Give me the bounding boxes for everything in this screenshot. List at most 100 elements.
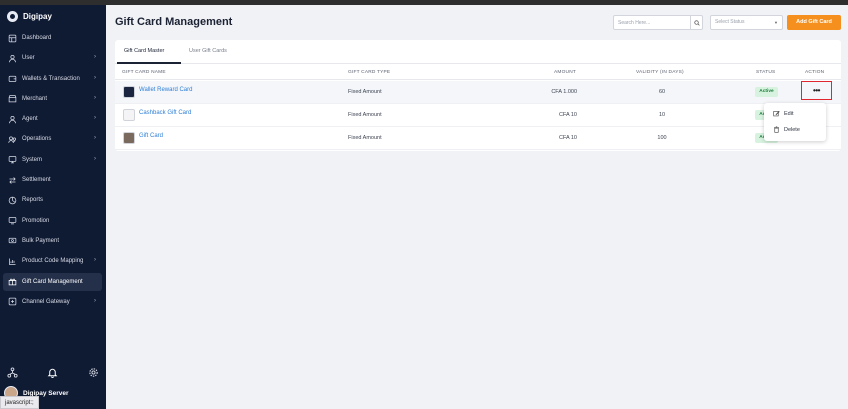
- sidebar-item-agent[interactable]: Agent ›: [3, 110, 102, 128]
- settlement-icon: [8, 176, 17, 185]
- product-code-icon: [8, 257, 17, 266]
- sidebar-item-merchant[interactable]: Merchant ›: [3, 90, 102, 108]
- sidebar-item-product-code-mapping[interactable]: Product Code Mapping ›: [3, 252, 102, 270]
- search-input[interactable]: [614, 16, 691, 29]
- active-tab-indicator: [117, 62, 181, 64]
- bulk-payment-icon: [8, 236, 17, 245]
- menu-item-edit-label: Edit: [784, 110, 794, 117]
- chevron-right-icon: ›: [94, 115, 96, 122]
- status-select[interactable]: Select Status ▼: [710, 15, 783, 30]
- sidebar-item-channel-gateway[interactable]: Channel Gateway ›: [3, 293, 102, 311]
- sidebar-item-user[interactable]: User ›: [3, 49, 102, 67]
- sidebar-item-label: Merchant: [22, 95, 48, 102]
- browser-status-tooltip: javascript:;: [0, 396, 39, 409]
- wallet-icon: [8, 74, 17, 83]
- system-icon: [8, 155, 17, 164]
- search-box: [613, 15, 703, 30]
- tab-gift-card-master[interactable]: Gift Card Master: [124, 48, 164, 54]
- sidebar-item-label: Agent: [22, 116, 38, 123]
- gift-card-validity: 100: [657, 135, 667, 141]
- sidebar-item-dashboard[interactable]: Dashboard: [3, 29, 102, 47]
- sidebar-item-wallets-transaction[interactable]: Wallets & Transaction ›: [3, 70, 102, 88]
- gift-icon: [8, 277, 17, 286]
- gift-card-amount: CFA 10: [558, 112, 577, 118]
- digipay-logo-icon: [7, 11, 18, 22]
- edit-icon: [773, 111, 780, 117]
- column-header-amount: AMOUNT: [554, 70, 576, 75]
- agent-icon: [8, 115, 17, 124]
- gateway-icon: [8, 297, 17, 306]
- trash-icon: [774, 126, 779, 133]
- gift-card-name-link[interactable]: Wallet Reward Card: [139, 87, 192, 93]
- sidebar-item-operations[interactable]: Operations ›: [3, 130, 102, 148]
- column-header-validity: VALIDITY (IN DAYS): [636, 70, 684, 75]
- sidebar-item-label: Gift Card Management: [22, 278, 83, 285]
- gift-card-type: Fixed Amount: [348, 112, 382, 118]
- chevron-right-icon: ›: [94, 155, 96, 162]
- app-window: Digipay Dashboard User › Wallets & Transact…: [0, 0, 848, 409]
- promotion-icon: [8, 216, 17, 225]
- sidebar-item-label: Product Code Mapping: [22, 258, 84, 265]
- gift-card-name-link[interactable]: Gift Card: [139, 133, 163, 139]
- browser-top-strip: [0, 0, 848, 5]
- sidebar-item-reports[interactable]: Reports: [3, 191, 102, 209]
- sidebar-item-label: Reports: [22, 197, 44, 204]
- gift-card-amount: CFA 10: [558, 135, 577, 141]
- chevron-right-icon: ›: [94, 74, 96, 81]
- tab-bar: Gift Card Master User Gift Cards: [115, 40, 841, 64]
- brand-name: Digipay: [23, 12, 52, 21]
- chevron-right-icon: ›: [94, 135, 96, 142]
- bell-icon[interactable]: [47, 367, 58, 378]
- user-icon: [8, 54, 17, 63]
- menu-item-delete-label: Delete: [784, 126, 800, 133]
- sidebar-item-label: Settlement: [22, 177, 51, 184]
- sidebar-nav: Dashboard User › Wallets & Transaction › Merc…: [3, 29, 102, 313]
- chevron-right-icon: ›: [94, 297, 96, 304]
- column-header-action: ACTION: [805, 70, 825, 75]
- sidebar-item-label: Wallets & Transaction: [22, 75, 80, 82]
- table-row: Gift CardFixed AmountCFA 10100Active: [115, 127, 841, 150]
- gear-icon[interactable]: [88, 367, 99, 378]
- sidebar-item-label: Promotion: [22, 217, 50, 224]
- sidebar-item-settlement[interactable]: Settlement: [3, 171, 102, 189]
- network-icon[interactable]: [7, 367, 18, 378]
- sidebar-item-label: User: [22, 55, 35, 62]
- row-actions-button[interactable]: •••: [801, 81, 832, 100]
- sidebar-item-gift-card-management[interactable]: Gift Card Management: [3, 272, 102, 291]
- table-row: Wallet Reward Card Fixed Amount CFA 1.000 6…: [115, 81, 841, 104]
- menu-item-edit[interactable]: Edit: [773, 110, 793, 117]
- tab-user-gift-cards[interactable]: User Gift Cards: [189, 48, 227, 54]
- sidebar-item-promotion[interactable]: Promotion: [3, 212, 102, 230]
- sidebar-bottom-icons: [0, 365, 106, 381]
- status-select-value: Select Status: [715, 19, 745, 25]
- menu-item-delete[interactable]: Delete: [773, 126, 800, 133]
- status-badge: Active: [755, 87, 778, 97]
- sidebar-item-label: Bulk Payment: [22, 237, 60, 244]
- sidebar-item-label: Operations: [22, 136, 52, 143]
- add-gift-card-button[interactable]: Add Gift Card: [787, 15, 841, 30]
- column-header-type: GIFT CARD TYPE: [348, 70, 391, 75]
- search-icon: [693, 19, 700, 26]
- gift-card-validity: 60: [658, 89, 666, 95]
- sidebar-item-label: Dashboard: [22, 35, 52, 41]
- gift-card-type: Fixed Amount: [348, 89, 382, 95]
- row-action-menu: Edit Delete: [764, 103, 826, 141]
- sidebar: Digipay Dashboard User › Wallets & Transact…: [0, 5, 106, 409]
- gift-card-validity: 10: [658, 112, 666, 118]
- chevron-right-icon: ›: [94, 257, 96, 264]
- brand[interactable]: Digipay: [7, 11, 52, 22]
- table-row: Cashback Gift CardFixed AmountCFA 1010Ac…: [115, 104, 841, 127]
- sidebar-item-label: Channel Gateway: [22, 298, 70, 305]
- caret-down-icon: ▼: [774, 20, 778, 25]
- sidebar-item-system[interactable]: System ›: [3, 151, 102, 169]
- gift-card-name-link[interactable]: Cashback Gift Card: [139, 110, 191, 116]
- gift-card-thumbnail: [123, 109, 135, 121]
- operations-icon: [8, 135, 17, 144]
- search-button[interactable]: [690, 16, 702, 29]
- gift-card-thumbnail: [123, 132, 135, 144]
- page-title: Gift Card Management: [115, 16, 233, 28]
- sidebar-item-bulk-payment[interactable]: Bulk Payment: [3, 232, 102, 250]
- gift-card-panel: Gift Card Master User Gift Cards GIFT CA…: [115, 40, 841, 151]
- gift-card-amount: CFA 1.000: [551, 89, 577, 95]
- gift-card-thumbnail: [123, 86, 135, 98]
